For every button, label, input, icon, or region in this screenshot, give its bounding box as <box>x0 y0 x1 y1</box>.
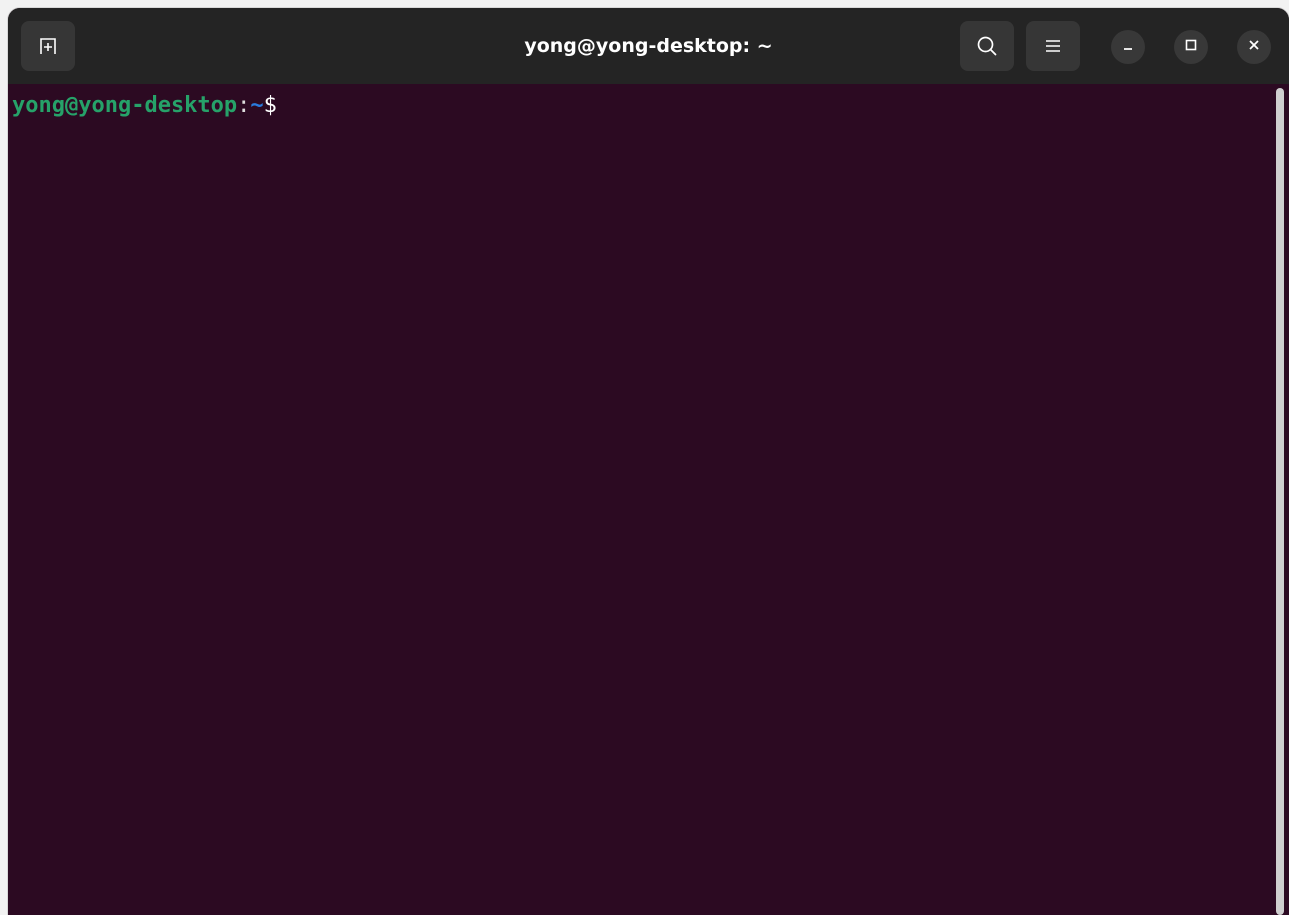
close-button[interactable] <box>1237 30 1271 64</box>
main-menu-button[interactable] <box>1026 21 1080 71</box>
terminal-window: yong@yong-desktop: ~ yong@yong-desktop:~… <box>8 8 1289 915</box>
search-icon <box>975 34 999 58</box>
prompt-symbol: $ <box>263 93 277 118</box>
prompt-path: ~ <box>250 93 264 118</box>
prompt-separator: : <box>237 93 251 118</box>
header-bar: yong@yong-desktop: ~ <box>8 8 1289 84</box>
shell-prompt: yong@yong-desktop:~$ <box>12 93 277 119</box>
new-tab-button[interactable] <box>21 21 75 71</box>
search-button[interactable] <box>960 21 1014 71</box>
maximize-icon <box>1184 38 1198 57</box>
close-icon <box>1247 38 1261 57</box>
prompt-user-host: yong@yong-desktop <box>12 93 238 118</box>
maximize-button[interactable] <box>1174 30 1208 64</box>
vertical-scrollbar[interactable] <box>1276 88 1284 915</box>
minimize-button[interactable] <box>1111 30 1145 64</box>
minimize-icon <box>1121 38 1135 57</box>
terminal-output-area[interactable]: yong@yong-desktop:~$ <box>8 84 1276 915</box>
hamburger-menu-icon <box>1043 36 1063 56</box>
new-tab-icon <box>37 35 59 57</box>
window-title: yong@yong-desktop: ~ <box>524 35 773 57</box>
